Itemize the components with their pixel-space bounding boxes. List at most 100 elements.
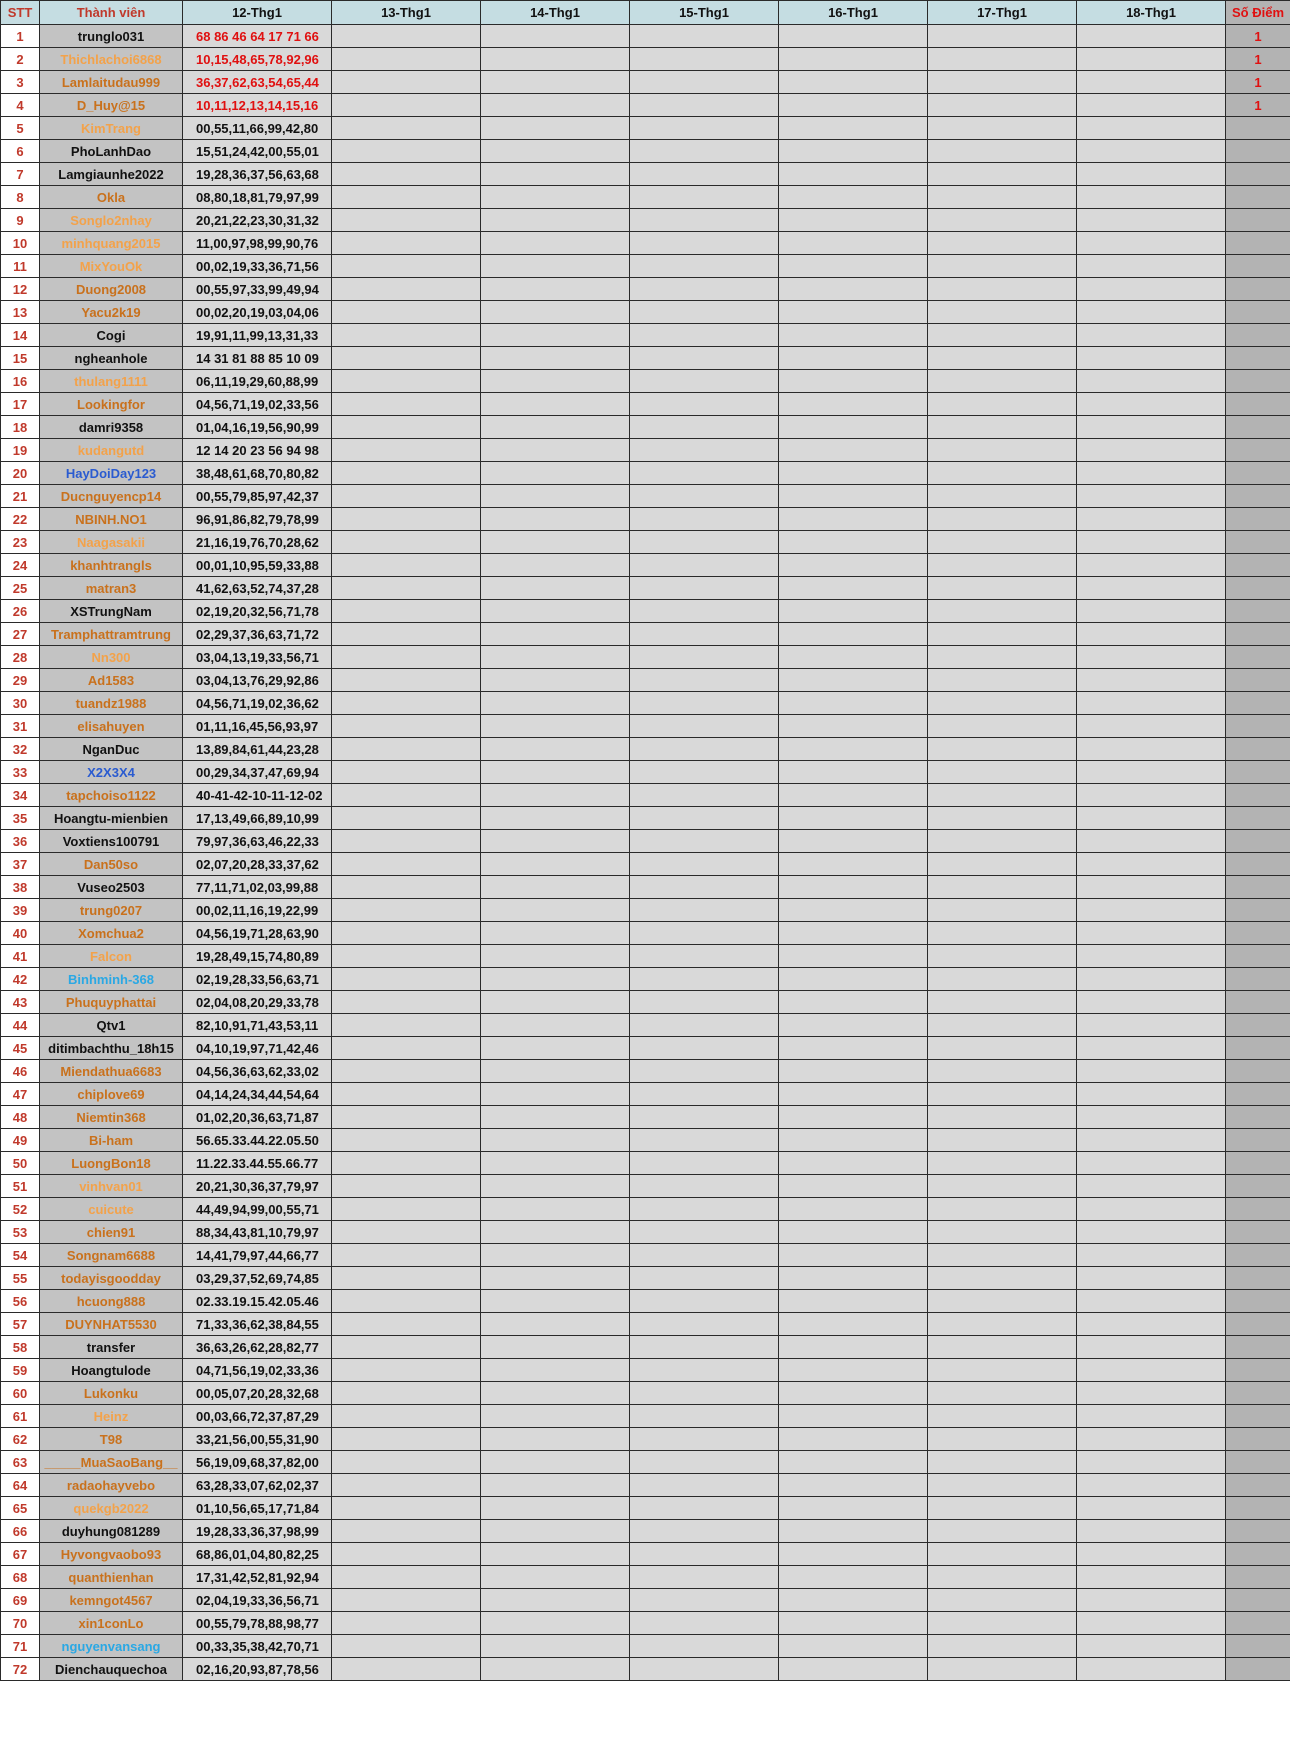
member-name: Okla	[39, 185, 183, 209]
member-name: Qtv1	[39, 1013, 183, 1037]
day-18-cell	[1076, 599, 1226, 623]
table-row: 40 Xomchua2 04,56,19,71,28,63,90	[0, 921, 1290, 945]
day-12-numbers: 00,02,19,33,36,71,56	[182, 254, 332, 278]
row-number: 24	[0, 553, 40, 577]
row-number: 71	[0, 1634, 40, 1658]
scoreboard-table: STT Thành viên 12-Thg1 13-Thg1 14-Thg1 1…	[0, 0, 1290, 1681]
member-name: tuandz1988	[39, 691, 183, 715]
day-14-cell	[480, 1657, 630, 1681]
day-14-cell	[480, 208, 630, 232]
day-16-cell	[778, 392, 928, 416]
member-name: Songlo2nhay	[39, 208, 183, 232]
day-13-cell	[331, 921, 481, 945]
member-name: thulang1111	[39, 369, 183, 393]
member-name: transfer	[39, 1335, 183, 1359]
day-13-cell	[331, 852, 481, 876]
day-15-cell	[629, 277, 779, 301]
row-number: 56	[0, 1289, 40, 1313]
day-15-cell	[629, 1312, 779, 1336]
day-12-numbers: 01,11,16,45,56,93,97	[182, 714, 332, 738]
day-17-cell	[927, 944, 1077, 968]
day-12-numbers: 02,04,19,33,36,56,71	[182, 1588, 332, 1612]
day-13-cell	[331, 1243, 481, 1267]
day-14-cell	[480, 1565, 630, 1589]
day-12-numbers: 00,29,34,37,47,69,94	[182, 760, 332, 784]
day-14-cell	[480, 231, 630, 255]
day-12-numbers: 14,41,79,97,44,66,77	[182, 1243, 332, 1267]
day-13-cell	[331, 139, 481, 163]
day-17-cell	[927, 737, 1077, 761]
day-14-cell	[480, 1496, 630, 1520]
points-cell	[1225, 254, 1290, 278]
day-15-cell	[629, 1082, 779, 1106]
points-cell	[1225, 392, 1290, 416]
points-cell	[1225, 1059, 1290, 1083]
day-14-cell	[480, 392, 630, 416]
day-14-cell	[480, 1059, 630, 1083]
points-cell	[1225, 162, 1290, 186]
day-14-cell	[480, 1243, 630, 1267]
table-row: 7 Lamgiaunhe2022 19,28,36,37,56,63,68	[0, 162, 1290, 186]
day-12-numbers: 20,21,22,23,30,31,32	[182, 208, 332, 232]
day-14-cell	[480, 139, 630, 163]
day-16-cell	[778, 1404, 928, 1428]
member-name: xin1conLo	[39, 1611, 183, 1635]
day-14-cell	[480, 415, 630, 439]
row-number: 54	[0, 1243, 40, 1267]
day-12-numbers: 01,04,16,19,56,90,99	[182, 415, 332, 439]
day-17-cell	[927, 806, 1077, 830]
day-17-cell	[927, 208, 1077, 232]
row-number: 1	[0, 24, 40, 48]
day-18-cell	[1076, 714, 1226, 738]
day-17-cell	[927, 1358, 1077, 1382]
day-14-cell	[480, 1358, 630, 1382]
member-name: Heinz	[39, 1404, 183, 1428]
table-row: 57 DUYNHAT5530 71,33,36,62,38,84,55	[0, 1312, 1290, 1336]
day-17-cell	[927, 668, 1077, 692]
day-12-numbers: 00,01,10,95,59,33,88	[182, 553, 332, 577]
table-row: 45 ditimbachthu_18h15 04,10,19,97,71,42,46	[0, 1036, 1290, 1060]
day-14-cell	[480, 576, 630, 600]
member-name: LuongBon18	[39, 1151, 183, 1175]
table-row: 41 Falcon 19,28,49,15,74,80,89	[0, 944, 1290, 968]
day-13-cell	[331, 530, 481, 554]
day-17-cell	[927, 1335, 1077, 1359]
day-14-cell	[480, 1128, 630, 1152]
day-15-cell	[629, 1381, 779, 1405]
table-row: 61 Heinz 00,03,66,72,37,87,29	[0, 1404, 1290, 1428]
day-13-cell	[331, 898, 481, 922]
day-13-cell	[331, 208, 481, 232]
day-13-cell	[331, 1496, 481, 1520]
member-name: Phuquyphattai	[39, 990, 183, 1014]
day-17-cell	[927, 622, 1077, 646]
row-number: 16	[0, 369, 40, 393]
points-cell	[1225, 185, 1290, 209]
row-number: 41	[0, 944, 40, 968]
day-14-cell	[480, 1013, 630, 1037]
day-13-cell	[331, 254, 481, 278]
day-15-cell	[629, 70, 779, 94]
member-name: Miendathua6683	[39, 1059, 183, 1083]
points-cell	[1225, 300, 1290, 324]
day-13-cell	[331, 1197, 481, 1221]
day-18-cell	[1076, 1082, 1226, 1106]
day-18-cell	[1076, 300, 1226, 324]
day-15-cell	[629, 93, 779, 117]
row-number: 13	[0, 300, 40, 324]
points-cell	[1225, 1151, 1290, 1175]
day-15-cell	[629, 1588, 779, 1612]
day-15-cell	[629, 392, 779, 416]
table-row: 42 Binhminh-368 02,19,28,33,56,63,71	[0, 967, 1290, 991]
day-14-cell	[480, 1427, 630, 1451]
table-row: 9 Songlo2nhay 20,21,22,23,30,31,32	[0, 208, 1290, 232]
day-12-numbers: 01,10,56,65,17,71,84	[182, 1496, 332, 1520]
header-day-18: 18-Thg1	[1076, 0, 1226, 25]
table-row: 22 NBINH.NO1 96,91,86,82,79,78,99	[0, 507, 1290, 531]
points-cell	[1225, 1174, 1290, 1198]
table-row: 44 Qtv1 82,10,91,71,43,53,11	[0, 1013, 1290, 1037]
day-16-cell	[778, 1220, 928, 1244]
day-14-cell	[480, 944, 630, 968]
day-18-cell	[1076, 1197, 1226, 1221]
day-14-cell	[480, 438, 630, 462]
day-12-numbers: 13,89,84,61,44,23,28	[182, 737, 332, 761]
